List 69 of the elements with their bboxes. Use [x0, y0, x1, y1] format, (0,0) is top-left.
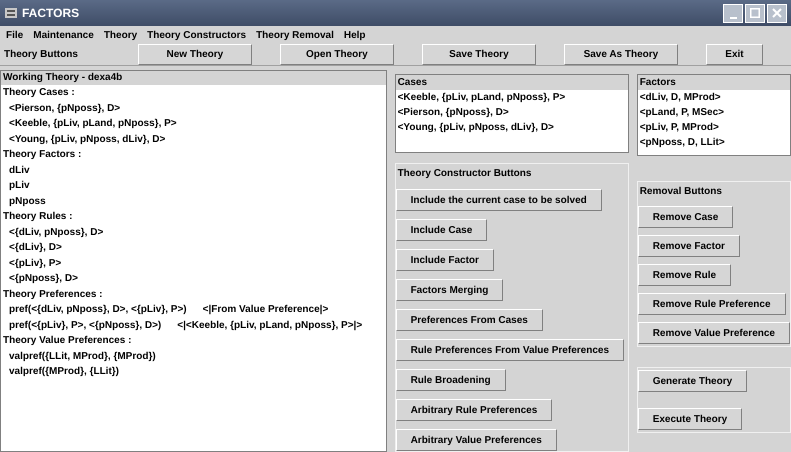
- maximize-button[interactable]: [745, 4, 765, 22]
- action-button[interactable]: Remove Value Preference: [638, 322, 790, 344]
- close-icon: [772, 8, 782, 18]
- group-title: Removal Buttons: [638, 185, 723, 199]
- factor-item[interactable]: <pNposs, D, LLit>: [638, 135, 790, 150]
- list-item: pref(<{pLiv}, P>, <{pNposs}, D>): [9, 318, 162, 332]
- list-item: pref(<{dLiv, pNposs}, D>, <{pLiv}, P>): [9, 303, 187, 317]
- action-button[interactable]: Include the current case to be solved: [396, 189, 602, 211]
- section-heading: Theory Value Preferences :: [3, 334, 132, 348]
- toolbar-button[interactable]: Exit: [706, 44, 763, 65]
- case-item[interactable]: <Young, {pLiv, pNposs, dLiv}, D>: [396, 120, 628, 135]
- list-item: <{dLiv, pNposs}, D>: [8, 226, 104, 240]
- action-button[interactable]: Preferences From Cases: [396, 309, 543, 331]
- toolbar-button[interactable]: Open Theory: [280, 44, 394, 65]
- action-button[interactable]: Remove Case: [638, 206, 734, 228]
- list-item: <{pNposs}, D>: [8, 272, 79, 286]
- menu-item[interactable]: Theory: [104, 28, 138, 42]
- list-item: <Young, {pLiv, pNposs, dLiv}, D>: [8, 132, 166, 146]
- factor-item[interactable]: <dLiv, D, MProd>: [638, 90, 790, 105]
- list-item: <Pierson, {pNposs}, D>: [8, 102, 122, 116]
- close-button[interactable]: [767, 4, 787, 22]
- list-item-source: <|<Keeble, {pLiv, pLand, pNposs}, P>|>: [177, 318, 362, 332]
- menu-item[interactable]: File: [6, 28, 24, 42]
- list-item: <Keeble, {pLiv, pLand, pNposs}, P>: [8, 117, 178, 131]
- action-button[interactable]: Arbitrary Value Preferences: [396, 429, 557, 451]
- minimize-icon: [730, 16, 736, 18]
- list-item: <{pLiv}, P>: [8, 256, 62, 270]
- menu-item[interactable]: Theory Removal: [256, 28, 334, 42]
- window-title: FACTORS: [22, 5, 80, 22]
- action-button[interactable]: Arbitrary Rule Preferences: [396, 399, 552, 421]
- action-button[interactable]: Rule Preferences From Value Preferences: [396, 339, 624, 361]
- panel-header: Working Theory - dexa4b: [1, 71, 386, 85]
- maximize-icon: [750, 8, 760, 18]
- list-item: valpref({LLit, MProd}, {MProd}): [8, 350, 157, 364]
- action-button[interactable]: Include Case: [396, 219, 488, 241]
- list-item: pNposs: [8, 194, 47, 208]
- list-header: Factors: [638, 75, 790, 90]
- action-button[interactable]: Remove Factor: [638, 235, 740, 257]
- menu-item[interactable]: Help: [344, 28, 366, 42]
- toolbar-button[interactable]: New Theory: [138, 44, 252, 65]
- section-heading: Theory Rules :: [3, 210, 74, 224]
- factor-item[interactable]: <pLiv, P, MProd>: [638, 120, 790, 135]
- action-button[interactable]: Generate Theory: [638, 370, 748, 392]
- action-button[interactable]: Factors Merging: [396, 279, 504, 301]
- case-item[interactable]: <Pierson, {pNposs}, D>: [396, 105, 628, 120]
- group-title: Theory Constructor Buttons: [396, 167, 532, 181]
- action-button[interactable]: Include Factor: [396, 249, 494, 271]
- list-item: <{dLiv}, D>: [8, 241, 63, 255]
- toolbar-button[interactable]: Save Theory: [422, 44, 536, 65]
- minimize-button[interactable]: [723, 4, 743, 22]
- section-heading: Theory Factors :: [3, 148, 82, 162]
- section-heading: Theory Cases :: [3, 86, 76, 100]
- list-item: pLiv: [8, 179, 31, 193]
- list-item: valpref({MProd}, {LLit}): [8, 365, 120, 379]
- toolbar-button[interactable]: Save As Theory: [564, 44, 678, 65]
- app-icon: [4, 7, 18, 19]
- action-button[interactable]: Rule Broadening: [396, 369, 506, 391]
- action-button[interactable]: Execute Theory: [638, 408, 742, 430]
- action-button[interactable]: Remove Rule Preference: [638, 293, 786, 315]
- action-button[interactable]: Remove Rule: [638, 264, 732, 286]
- case-item[interactable]: <Keeble, {pLiv, pLand, pNposs}, P>: [396, 90, 628, 105]
- factor-item[interactable]: <pLand, P, MSec>: [638, 105, 790, 120]
- menu-item[interactable]: Theory Constructors: [147, 28, 246, 42]
- menu-item[interactable]: Maintenance: [33, 28, 94, 42]
- toolbar-label: Theory Buttons: [3, 48, 79, 62]
- section-heading: Theory Preferences :: [3, 288, 104, 302]
- list-header: Cases: [396, 75, 628, 90]
- list-item: dLiv: [8, 164, 31, 178]
- list-item-source: <|From Value Preference|>: [202, 303, 328, 317]
